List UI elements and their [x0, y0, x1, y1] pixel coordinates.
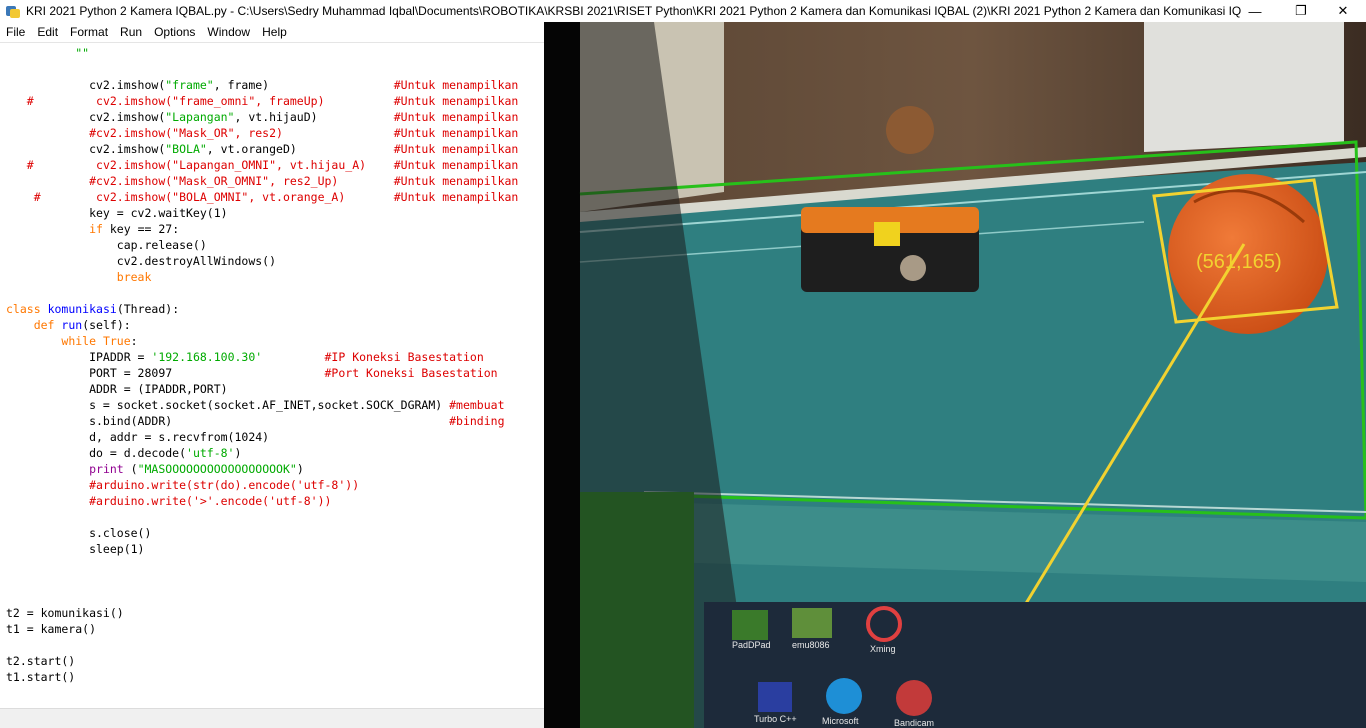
code-line[interactable]: d, addr = s.recvfrom(1024) — [6, 429, 269, 445]
desktop-icon-label-paddpad: PadDPad — [732, 640, 771, 650]
code-line[interactable]: # cv2.imshow("frame_omni", frameUp) #Unt… — [6, 93, 519, 109]
camera-frame-window: (561,165) PadDPad emu8086 Xming Turbo C+… — [544, 22, 1366, 728]
code-line[interactable]: #cv2.imshow("Mask_OR_OMNI", res2_Up) #Un… — [6, 173, 518, 189]
code-line[interactable]: "" — [6, 45, 89, 61]
code-line[interactable]: s.bind(ADDR) #binding — [6, 413, 504, 429]
menu-window[interactable]: Window — [207, 25, 250, 39]
code-editor[interactable]: "" cv2.imshow("frame", frame) #Untuk men… — [0, 42, 544, 728]
maximize-button[interactable]: ❐ — [1278, 0, 1324, 22]
code-line[interactable]: cap.release() — [6, 237, 207, 253]
window-title: KRI 2021 Python 2 Kamera IQBAL.py - C:\U… — [26, 4, 1241, 18]
code-line[interactable]: #arduino.write(str(do).encode('utf-8')) — [6, 477, 359, 493]
close-button[interactable]: ✕ — [1320, 0, 1366, 22]
menu-format[interactable]: Format — [70, 25, 108, 39]
desktop-icon-label-bandicam: Bandicam — [894, 718, 934, 728]
code-line[interactable]: cv2.imshow("Lapangan", vt.hijauD) #Untuk… — [6, 109, 518, 125]
code-line[interactable]: PORT = 28097 #Port Koneksi Basestation — [6, 365, 498, 381]
code-line[interactable]: do = d.decode('utf-8') — [6, 445, 241, 461]
minimize-button[interactable]: — — [1232, 0, 1278, 22]
desktop-icon-label-turbo: Turbo C++ — [754, 714, 797, 724]
code-line[interactable]: sleep(1) — [6, 541, 144, 557]
brown-ball — [886, 106, 934, 154]
turbo-c-icon — [758, 682, 792, 712]
desktop-icon-label-microsoft: Microsoft — [822, 716, 859, 726]
menu-help[interactable]: Help — [262, 25, 287, 39]
camera-frame: (561,165) PadDPad emu8086 Xming Turbo C+… — [544, 22, 1366, 728]
title-bar: KRI 2021 Python 2 Kamera IQBAL.py - C:\U… — [0, 0, 1366, 22]
code-line[interactable]: while True: — [6, 333, 137, 349]
code-line[interactable]: class komunikasi(Thread): — [6, 301, 179, 317]
code-line[interactable]: key = cv2.waitKey(1) — [6, 205, 227, 221]
emu8086-icon — [792, 608, 832, 638]
code-line[interactable]: t1 = kamera() — [6, 621, 96, 637]
desktop-icon-label-xming: Xming — [870, 644, 896, 654]
menu-edit[interactable]: Edit — [37, 25, 58, 39]
python-idle-icon — [6, 4, 20, 18]
code-line[interactable]: break — [6, 269, 152, 285]
code-line[interactable]: #cv2.imshow("Mask_OR", res2) #Untuk mena… — [6, 125, 518, 141]
code-line[interactable]: #arduino.write('>'.encode('utf-8')) — [6, 493, 331, 509]
code-line[interactable]: def run(self): — [6, 317, 131, 333]
code-line[interactable]: cv2.imshow("BOLA", vt.orangeD) #Untuk me… — [6, 141, 518, 157]
code-line[interactable]: IPADDR = '192.168.100.30' #IP Koneksi Ba… — [6, 349, 484, 365]
code-line[interactable]: s.close() — [6, 525, 151, 541]
edge-icon — [826, 678, 862, 714]
goal-net — [1144, 22, 1344, 152]
code-line[interactable]: print ("MASOOOOOOOOOOOOOOOOOK") — [6, 461, 304, 477]
code-line[interactable]: if key == 27: — [6, 221, 179, 237]
code-line[interactable]: s = socket.socket(socket.AF_INET,socket.… — [6, 397, 504, 413]
code-line[interactable]: cv2.destroyAllWindows() — [6, 253, 276, 269]
code-line[interactable]: t2.start() — [6, 653, 75, 669]
code-line[interactable]: t1.start() — [6, 669, 75, 685]
code-line[interactable]: # cv2.imshow("BOLA_OMNI", vt.orange_A) #… — [6, 189, 519, 205]
bandicam-icon — [896, 680, 932, 716]
code-line[interactable]: cv2.imshow("frame", frame) #Untuk menamp… — [6, 77, 518, 93]
code-line[interactable]: # cv2.imshow("Lapangan_OMNI", vt.hijau_A… — [6, 157, 519, 173]
code-line[interactable]: t2 = komunikasi() — [6, 605, 124, 621]
menu-options[interactable]: Options — [154, 25, 195, 39]
menu-run[interactable]: Run — [120, 25, 142, 39]
paddpad-icon — [732, 610, 768, 640]
code-line[interactable]: ADDR = (IPADDR,PORT) — [6, 381, 227, 397]
toolbox-label — [900, 255, 926, 281]
desktop-icon-label-emu8086: emu8086 — [792, 640, 830, 650]
status-bar — [0, 708, 544, 728]
toolbox-latch — [874, 222, 900, 246]
ball-coordinate-label: (561,165) — [1196, 251, 1282, 273]
menu-file[interactable]: File — [6, 25, 25, 39]
